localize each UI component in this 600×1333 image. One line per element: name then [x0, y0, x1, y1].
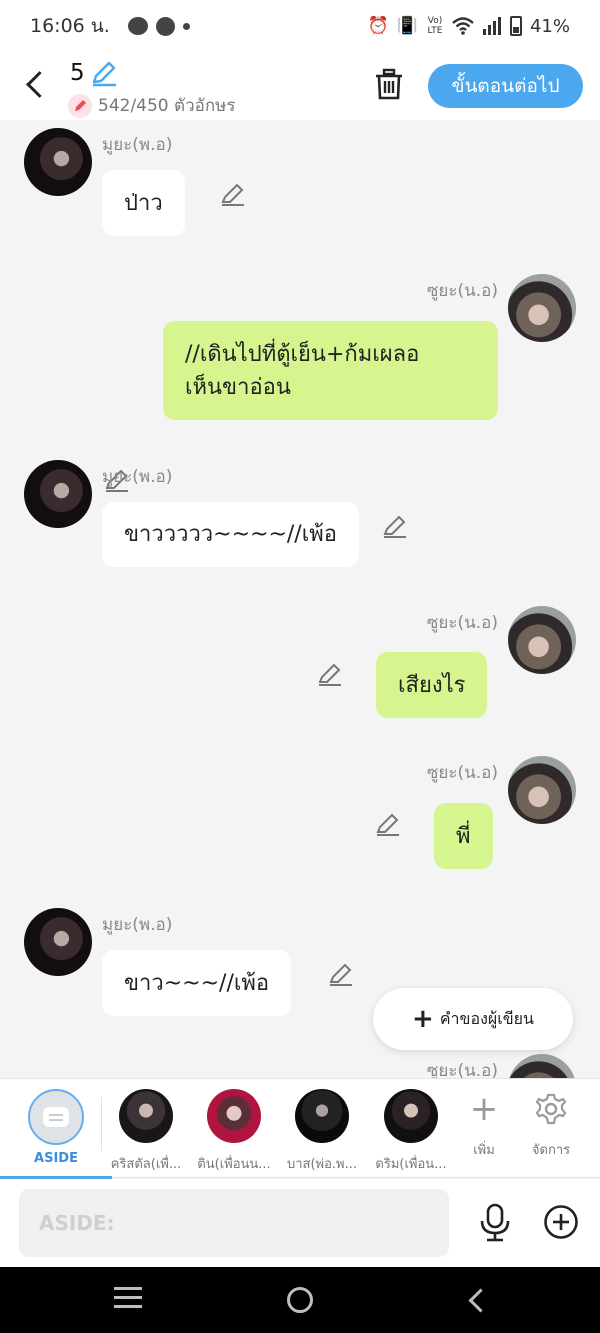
avatar[interactable] — [24, 128, 92, 196]
plus-icon: + — [412, 1004, 434, 1034]
character-avatar — [119, 1089, 173, 1143]
more-notifications-icon — [182, 22, 190, 30]
trash-icon[interactable] — [374, 68, 404, 100]
avatar[interactable] — [508, 756, 576, 824]
character-name: ติน(เพื่อนน... — [197, 1157, 271, 1172]
avatar[interactable] — [24, 460, 92, 528]
add-character-button[interactable]: + เพิ่ม — [454, 1091, 514, 1160]
edit-title-icon[interactable] — [90, 60, 118, 88]
character-name: ดริม(เพื่อน... — [375, 1157, 447, 1172]
alarm-icon: ⏰ — [367, 16, 389, 36]
episode-number: 5 — [70, 60, 85, 86]
character-chip[interactable]: บาส(พ่อ.พ... — [279, 1089, 365, 1174]
avatar[interactable] — [508, 1054, 576, 1078]
character-count-text: 542/450 ตัวอักษร — [98, 96, 236, 116]
character-chip[interactable]: ดริม(เพื่อน... — [368, 1089, 454, 1174]
character-tray: ASIDE คริสตัล(เพื่... ติน(เพื่อนน... บาส… — [0, 1078, 600, 1179]
message-text-line: เห็นขาอ่อน — [185, 374, 291, 400]
aside-button[interactable] — [28, 1089, 84, 1145]
aside-label: ASIDE — [34, 1151, 78, 1166]
status-time: 16:06 น. — [30, 15, 110, 37]
message-text: ป่าว — [124, 190, 163, 216]
edit-message-icon[interactable] — [317, 662, 343, 688]
manage-label: จัดการ — [531, 1143, 571, 1158]
edit-message-icon[interactable] — [220, 182, 246, 208]
vibrate-icon: 📳 — [396, 16, 418, 36]
sender-name: มูยะ(พ.อ) — [102, 467, 173, 487]
sender-name: มูยะ(พ.อ) — [102, 135, 173, 155]
character-name: คริสตัล(เพื่... — [110, 1157, 182, 1172]
home-icon[interactable] — [287, 1287, 313, 1313]
sender-name: มูยะ(พ.อ) — [102, 915, 173, 935]
microphone-icon[interactable] — [478, 1203, 512, 1243]
nav-back-icon[interactable] — [466, 1289, 486, 1309]
chat-notification-icon — [127, 17, 148, 35]
sender-name: ซูยะ(น.อ) — [426, 281, 498, 301]
avatar[interactable] — [508, 606, 576, 674]
notification-icons — [127, 16, 190, 36]
message-text: พี่ — [456, 823, 471, 849]
system-nav-bar — [0, 1267, 600, 1333]
sender-name: ซูยะ(น.อ) — [426, 763, 498, 783]
author-note-button[interactable]: + คำของผู้เขียน — [373, 988, 573, 1050]
message-text: ขาว~~~//เพ้อ — [124, 970, 270, 996]
sender-name: ซูยะ(น.อ) — [426, 613, 498, 633]
signal-icon — [482, 17, 501, 35]
tray-divider — [101, 1097, 102, 1151]
add-label: เพิ่ม — [473, 1143, 495, 1158]
character-avatar — [207, 1089, 261, 1143]
message-bubble[interactable]: //เดินไปที่ตู้เย็น+ก้มเผลอ เห็นขาอ่อน — [163, 321, 498, 420]
message-input[interactable] — [19, 1189, 449, 1257]
author-note-label: คำของผู้เขียน — [439, 1008, 534, 1028]
character-chip[interactable]: คริสตัล(เพื่... — [103, 1089, 189, 1174]
pen-icon — [68, 93, 92, 118]
status-bar: 16:06 น. ⏰ 📳 Vo) LTE 41% — [0, 0, 600, 52]
aside-icon — [43, 1107, 69, 1127]
battery-percent: 41% — [529, 15, 570, 37]
edit-message-icon[interactable] — [382, 514, 408, 540]
gear-icon — [533, 1091, 569, 1127]
avatar[interactable] — [508, 274, 576, 342]
battery-icon — [509, 16, 522, 36]
message-bubble[interactable]: ขาววววว~~~~//เพ้อ — [102, 502, 359, 567]
editor-header: 5 542/450 ตัวอักษร ขั้นตอนต่อไป — [0, 52, 600, 120]
character-avatar — [295, 1089, 349, 1143]
avatar[interactable] — [24, 908, 92, 976]
message-text: เสียงไร — [398, 672, 466, 698]
character-chip[interactable]: ติน(เพื่อนน... — [191, 1089, 277, 1174]
message-bubble[interactable]: ขาว~~~//เพ้อ — [102, 950, 292, 1016]
message-text-line: //เดินไปที่ตู้เย็น+ก้มเผลอ — [185, 341, 420, 367]
messenger-notification-icon — [155, 16, 175, 36]
next-step-button[interactable]: ขั้นตอนต่อไป — [428, 64, 583, 108]
back-button[interactable] — [22, 68, 50, 100]
sender-name: ซูยะ(น.อ) — [426, 1061, 498, 1078]
volte-icon: Vo) LTE — [427, 16, 443, 36]
manage-characters-button[interactable]: จัดการ — [521, 1091, 581, 1160]
character-avatar — [384, 1089, 438, 1143]
recent-apps-icon[interactable] — [114, 1287, 142, 1311]
edit-message-icon[interactable] — [328, 962, 354, 988]
wifi-icon — [452, 17, 474, 35]
plus-icon: + — [469, 1089, 499, 1129]
add-media-icon[interactable] — [543, 1204, 579, 1240]
message-bubble[interactable]: พี่ — [434, 803, 493, 869]
input-bar — [0, 1179, 600, 1267]
message-text: ขาววววว~~~~//เพ้อ — [124, 522, 337, 547]
edit-message-icon[interactable] — [375, 812, 401, 838]
character-name: บาส(พ่อ.พ... — [286, 1157, 358, 1172]
message-bubble[interactable]: เสียงไร — [376, 652, 488, 718]
system-icons: ⏰ 📳 Vo) LTE 41% — [368, 16, 570, 37]
message-bubble[interactable]: ป่าว — [102, 170, 185, 236]
chat-area[interactable]: มูยะ(พ.อ) ป่าว ซูยะ(น.อ) //เดินไปที่ตู้เ… — [0, 120, 600, 1078]
character-count: 542/450 ตัวอักษร — [68, 92, 235, 119]
